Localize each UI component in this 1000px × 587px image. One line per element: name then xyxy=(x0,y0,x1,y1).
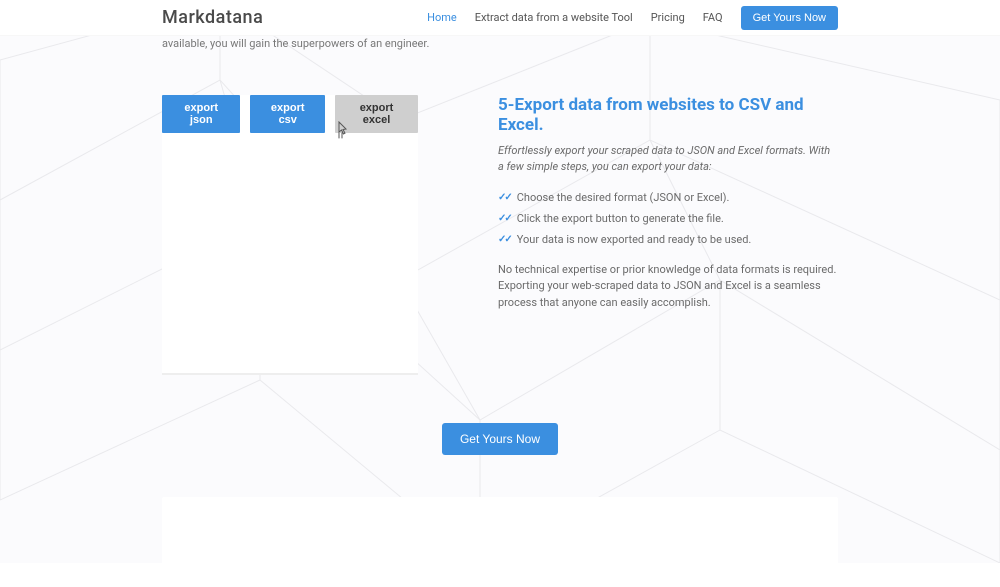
export-excel-button[interactable]: export excel xyxy=(335,95,418,133)
nav-extract-tool[interactable]: Extract data from a website Tool xyxy=(475,11,633,24)
feature-intro: Effortlessly export your scraped data to… xyxy=(498,143,838,176)
cta-center-wrap: Get Yours Now xyxy=(162,423,838,455)
footer-panel-placeholder xyxy=(162,497,838,587)
nav-home[interactable]: Home xyxy=(427,11,457,24)
feature-outro: No technical expertise or prior knowledg… xyxy=(498,262,838,312)
feature-title: 5-Export data from websites to CSV and E… xyxy=(498,95,838,135)
nav-pricing[interactable]: Pricing xyxy=(651,11,685,24)
site-logo[interactable]: Markdatana xyxy=(162,7,263,28)
double-check-icon: ✓✓ xyxy=(498,191,511,205)
step-text: Your data is now exported and ready to b… xyxy=(517,232,752,247)
get-yours-button-header[interactable]: Get Yours Now xyxy=(741,6,838,30)
feature-step-item: ✓✓ Your data is now exported and ready t… xyxy=(498,232,838,247)
export-csv-button[interactable]: export csv xyxy=(250,95,325,133)
feature-description: 5-Export data from websites to CSV and E… xyxy=(498,95,838,312)
main-content: available, you will gain the superpowers… xyxy=(0,36,1000,455)
feature-step-item: ✓✓ Click the export button to generate t… xyxy=(498,211,838,226)
double-check-icon: ✓✓ xyxy=(498,233,511,247)
double-check-icon: ✓✓ xyxy=(498,212,511,226)
export-demo-panel: export json export csv export excel xyxy=(162,95,418,375)
export-json-button[interactable]: export json xyxy=(162,95,240,133)
get-yours-button-main[interactable]: Get Yours Now xyxy=(442,423,558,455)
feature-columns: export json export csv export excel 5-Ex… xyxy=(162,95,838,375)
feature-steps-list: ✓✓ Choose the desired format (JSON or Ex… xyxy=(498,190,838,248)
partial-description-text: available, you will gain the superpowers… xyxy=(162,36,462,53)
nav-faq[interactable]: FAQ xyxy=(703,11,723,24)
main-nav: Home Extract data from a website Tool Pr… xyxy=(427,6,838,30)
step-text: Click the export button to generate the … xyxy=(517,211,724,226)
feature-step-item: ✓✓ Choose the desired format (JSON or Ex… xyxy=(498,190,838,205)
export-buttons-row: export json export csv export excel xyxy=(162,95,418,133)
step-text: Choose the desired format (JSON or Excel… xyxy=(517,190,730,205)
site-header: Markdatana Home Extract data from a webs… xyxy=(0,0,1000,36)
